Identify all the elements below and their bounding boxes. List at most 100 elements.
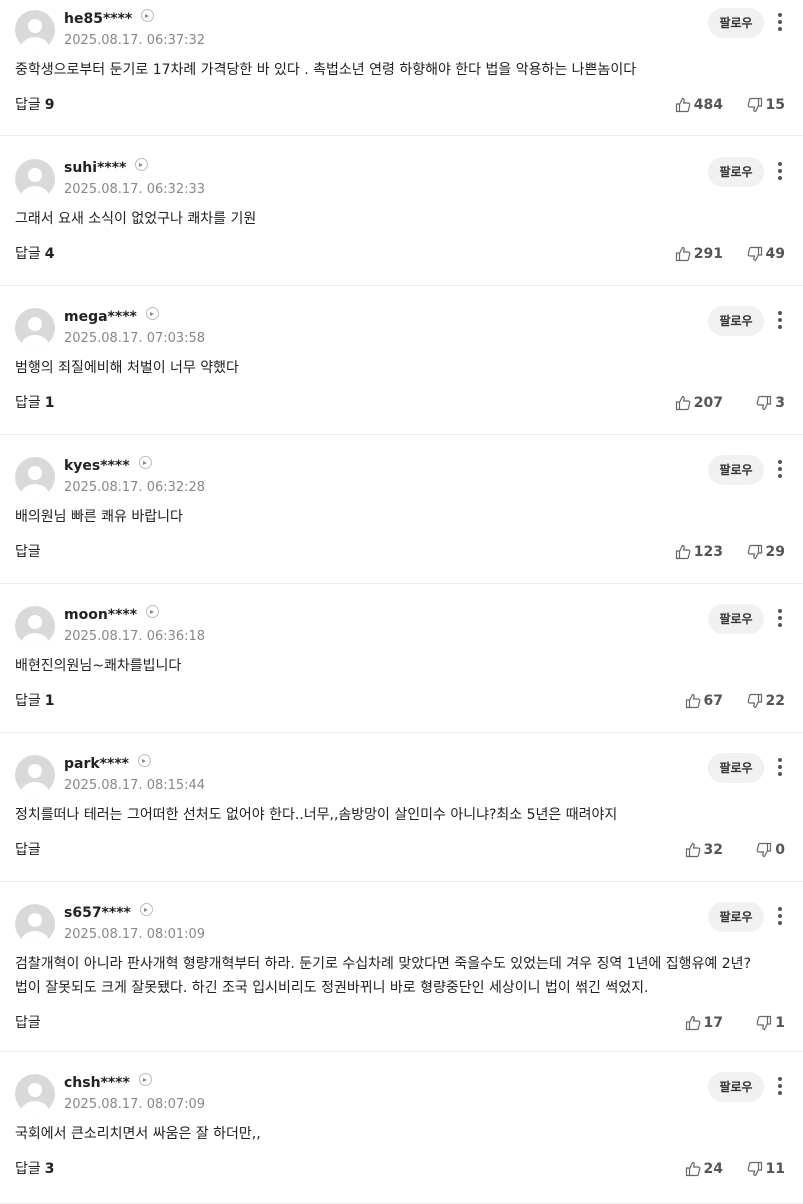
nickname-link[interactable]: park**** — [64, 754, 151, 773]
timestamp: 2025.08.17. 08:07:09 — [64, 1097, 206, 1112]
reply-count: 3 — [44, 1161, 55, 1177]
more-options-icon[interactable] — [772, 606, 788, 630]
like-button[interactable]: 67 — [685, 691, 723, 711]
like-count: 484 — [693, 97, 723, 113]
timestamp: 2025.08.17. 06:36:18 — [64, 629, 206, 644]
more-options-icon[interactable] — [772, 1074, 788, 1098]
more-options-icon[interactable] — [772, 308, 788, 332]
dislike-count: 0 — [775, 842, 785, 858]
dislike-button[interactable]: 3 — [756, 393, 785, 413]
chevron-right-icon — [138, 456, 152, 469]
more-options-icon[interactable] — [772, 904, 788, 928]
more-options-icon[interactable] — [772, 10, 788, 34]
reply-count: 9 — [44, 97, 55, 113]
timestamp: 2025.08.17. 06:32:28 — [64, 480, 206, 495]
reply-button[interactable]: 답글 1 — [15, 691, 55, 711]
nickname: park**** — [64, 756, 129, 772]
like-button[interactable]: 24 — [685, 1159, 723, 1179]
dislike-button[interactable]: 22 — [747, 691, 785, 711]
comment-item: moon**** 2025.08.17. 06:36:18 팔로우 배현진의원님… — [0, 596, 803, 733]
dislike-count: 11 — [765, 1161, 785, 1177]
reply-label: 답글 — [15, 842, 41, 858]
reply-button[interactable]: 답글 9 — [15, 95, 55, 115]
chevron-right-icon — [135, 158, 149, 171]
avatar[interactable] — [15, 457, 55, 497]
avatar[interactable] — [15, 308, 55, 348]
follow-button[interactable]: 팔로우 — [708, 455, 764, 485]
nickname-link[interactable]: s657**** — [64, 903, 153, 922]
dislike-button[interactable]: 15 — [747, 95, 785, 115]
like-count: 17 — [703, 1015, 723, 1031]
chevron-right-icon — [139, 903, 153, 916]
like-button[interactable]: 17 — [685, 1013, 723, 1033]
avatar[interactable] — [15, 606, 55, 646]
more-options-icon[interactable] — [772, 159, 788, 183]
dislike-count: 15 — [765, 97, 785, 113]
default-avatar-icon — [21, 764, 49, 795]
dislike-count: 49 — [765, 246, 785, 262]
comment-item: s657**** 2025.08.17. 08:01:09 팔로우 검찰개혁이 … — [0, 894, 803, 1052]
nickname-link[interactable]: chsh**** — [64, 1073, 152, 1092]
reply-count: 1 — [44, 693, 55, 709]
reply-label: 답글 — [15, 693, 41, 709]
follow-button[interactable]: 팔로우 — [708, 157, 764, 187]
dislike-button[interactable]: 0 — [756, 840, 785, 860]
dislike-button[interactable]: 29 — [747, 542, 785, 562]
follow-button[interactable]: 팔로우 — [708, 902, 764, 932]
nickname-link[interactable]: moon**** — [64, 605, 160, 624]
follow-button[interactable]: 팔로우 — [708, 306, 764, 336]
chevron-right-icon — [138, 1073, 152, 1086]
like-button[interactable]: 291 — [675, 244, 723, 264]
comment-item: chsh**** 2025.08.17. 08:07:09 팔로우 국회에서 큰… — [0, 1064, 803, 1204]
comment-text: 중학생으로부터 둔기로 17차례 가격당한 바 있다 . 촉법소년 연령 하향해… — [15, 62, 637, 78]
like-button[interactable]: 484 — [675, 95, 723, 115]
more-options-icon[interactable] — [772, 457, 788, 481]
follow-button[interactable]: 팔로우 — [708, 1072, 764, 1102]
nickname-link[interactable]: kyes**** — [64, 456, 152, 475]
avatar[interactable] — [15, 904, 55, 944]
timestamp: 2025.08.17. 06:32:33 — [64, 182, 206, 197]
reply-button[interactable]: 답글 — [15, 840, 41, 860]
dislike-button[interactable]: 49 — [747, 244, 785, 264]
default-avatar-icon — [21, 168, 49, 199]
like-button[interactable]: 207 — [675, 393, 723, 413]
comment-text: 배의원님 빠른 쾌유 바랍니다 — [15, 509, 183, 525]
nickname-link[interactable]: mega**** — [64, 307, 159, 326]
reply-count: 1 — [44, 395, 55, 411]
follow-button[interactable]: 팔로우 — [708, 604, 764, 634]
thumbs-down-icon — [747, 97, 762, 113]
more-options-icon[interactable] — [772, 755, 788, 779]
follow-button[interactable]: 팔로우 — [708, 8, 764, 38]
dislike-count: 29 — [765, 544, 785, 560]
reply-button[interactable]: 답글 3 — [15, 1159, 55, 1179]
thumbs-up-icon — [675, 395, 691, 411]
thumbs-down-icon — [756, 1015, 772, 1031]
reply-button[interactable]: 답글 — [15, 1013, 41, 1033]
thumbs-up-icon — [685, 693, 700, 709]
dislike-button[interactable]: 1 — [756, 1013, 785, 1033]
follow-button[interactable]: 팔로우 — [708, 753, 764, 783]
timestamp: 2025.08.17. 08:01:09 — [64, 927, 206, 942]
nickname: kyes**** — [64, 458, 130, 474]
nickname: he85**** — [64, 11, 133, 27]
reply-button[interactable]: 답글 — [15, 542, 41, 562]
avatar[interactable] — [15, 159, 55, 199]
thumbs-down-icon — [747, 544, 762, 560]
avatar[interactable] — [15, 10, 55, 50]
dislike-button[interactable]: 11 — [747, 1159, 785, 1179]
thumbs-up-icon — [675, 97, 691, 113]
comment-text: 정치를떠나 테러는 그어떠한 선처도 없어야 한다..너무,,솜방망이 살인미수… — [15, 807, 618, 823]
like-button[interactable]: 32 — [685, 840, 723, 860]
nickname-link[interactable]: suhi**** — [64, 158, 149, 177]
avatar[interactable] — [15, 755, 55, 795]
thumbs-up-icon — [675, 544, 691, 560]
reply-button[interactable]: 답글 4 — [15, 244, 55, 264]
timestamp: 2025.08.17. 06:37:32 — [64, 33, 206, 48]
avatar[interactable] — [15, 1074, 55, 1114]
comment-item: park**** 2025.08.17. 08:15:44 팔로우 정치를떠나 … — [0, 745, 803, 882]
comment-item: kyes**** 2025.08.17. 06:32:28 팔로우 배의원님 빠… — [0, 447, 803, 584]
like-button[interactable]: 123 — [675, 542, 723, 562]
nickname-link[interactable]: he85**** — [64, 9, 155, 28]
reply-button[interactable]: 답글 1 — [15, 393, 55, 413]
nickname: mega**** — [64, 309, 137, 325]
